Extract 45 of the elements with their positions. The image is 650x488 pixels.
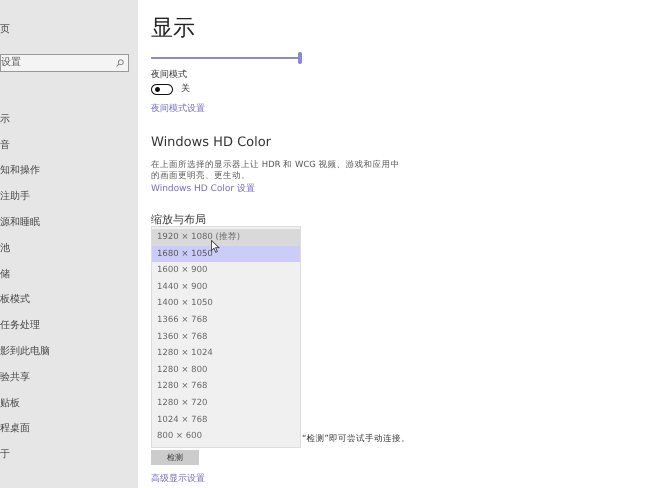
dropdown-option[interactable]: 1920 × 1080 (推荐): [152, 229, 300, 246]
cursor-icon: [211, 240, 220, 253]
dropdown-option[interactable]: 1400 × 1050: [152, 295, 300, 312]
sidebar-item[interactable]: 源和睡眠: [0, 214, 138, 241]
search-field[interactable]: 设置: [0, 54, 129, 72]
dropdown-option[interactable]: 1280 × 1024: [152, 345, 300, 362]
detect-button[interactable]: 检测: [151, 450, 199, 465]
search-icon[interactable]: [116, 58, 124, 67]
sidebar-item[interactable]: 注助手: [0, 189, 138, 215]
sidebar-item[interactable]: 知和操作: [0, 163, 138, 190]
dropdown-option[interactable]: 1024 × 768: [152, 412, 300, 428]
sidebar-item[interactable]: 验共享: [0, 370, 138, 396]
toggle-switch[interactable]: [151, 84, 173, 94]
section-heading: 缩放与布局: [151, 213, 207, 227]
sidebar-item[interactable]: 板模式: [0, 292, 138, 318]
dropdown-option[interactable]: 1280 × 768: [152, 378, 300, 395]
sidebar-item[interactable]: 任务处理: [0, 318, 138, 344]
settings-link[interactable]: 高级显示设置: [151, 473, 538, 485]
section-heading: Windows HD Color: [151, 135, 272, 151]
settings-link[interactable]: 夜间模式设置: [151, 103, 538, 115]
sidebar-item[interactable]: 示: [0, 112, 138, 138]
dropdown-option[interactable]: 1440 × 900: [152, 278, 300, 296]
setting-label: 夜间模式: [151, 69, 188, 81]
dropdown-option[interactable]: 1680 × 1050: [152, 246, 300, 262]
dropdown-option[interactable]: 1360 × 768: [152, 328, 300, 346]
sidebar-item[interactable]: 储: [0, 266, 138, 292]
page-title: 显示: [151, 16, 196, 42]
dropdown-option[interactable]: 1280 × 720: [152, 394, 300, 412]
brightness-slider[interactable]: [151, 52, 302, 64]
toggle-state: 关: [181, 83, 190, 95]
dropdown-option[interactable]: 1600 × 900: [152, 262, 300, 279]
dropdown-option[interactable]: 800 × 600: [152, 428, 300, 445]
sidebar-item[interactable]: 影到此电脑: [0, 344, 138, 370]
sidebar-item[interactable]: 贴板: [0, 396, 138, 422]
slider-thumb[interactable]: [298, 52, 302, 64]
dropdown-option[interactable]: 1280 × 800: [152, 362, 300, 378]
dropdown-option[interactable]: 1366 × 768: [152, 312, 300, 329]
sidebar-item[interactable]: 池: [0, 240, 138, 267]
description-text: 在上面所选择的显示器上让 HDR 和 WCG 视频、游戏和应用中的画面更明亮、更生动。: [151, 160, 401, 182]
sidebar-item[interactable]: 程桌面: [0, 421, 138, 448]
sidebar-item[interactable]: 于: [0, 447, 138, 473]
sidebar-item[interactable]: 页: [0, 22, 138, 48]
sidebar-item[interactable]: 音: [0, 138, 138, 164]
hint-text: “检测”即可尝试手动连接。: [302, 433, 411, 445]
settings-link[interactable]: Windows HD Color 设置: [151, 183, 538, 195]
